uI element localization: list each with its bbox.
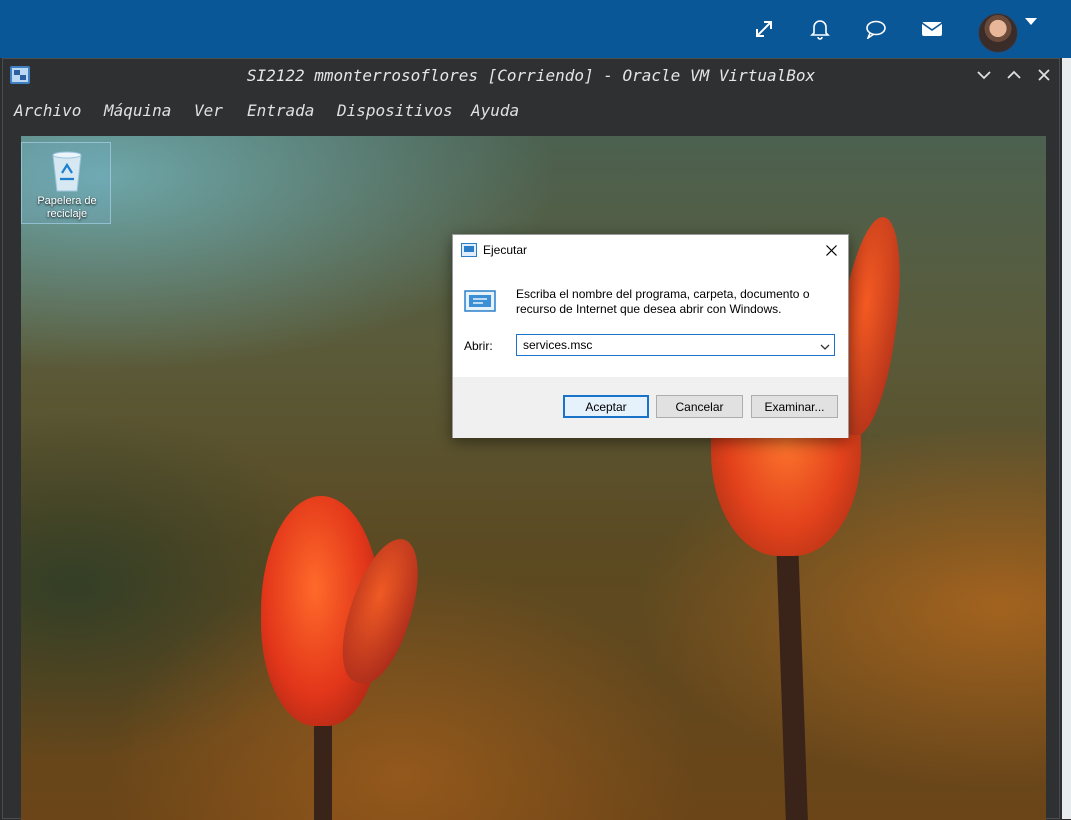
dialog-title: Ejecutar: [483, 243, 528, 257]
close-icon[interactable]: [820, 239, 842, 261]
expand-icon[interactable]: [751, 16, 777, 42]
avatar[interactable]: [978, 13, 1018, 53]
menu-ver[interactable]: Ver: [194, 101, 223, 120]
menu-bar: Archivo Máquina Ver Entrada Dispositivos…: [3, 95, 1059, 125]
menu-archivo[interactable]: Archivo: [14, 101, 81, 120]
menu-entrada[interactable]: Entrada: [247, 101, 314, 120]
host-top-bar: [0, 0, 1071, 58]
window-title: SI2122 mmonterrosoflores [Corriendo] - O…: [246, 65, 816, 85]
maximize-icon[interactable]: [1003, 65, 1025, 85]
recycle-bin-shortcut[interactable]: Papelera de reciclaje: [21, 142, 111, 224]
chevron-down-icon[interactable]: [820, 340, 830, 354]
browse-button[interactable]: Examinar...: [751, 395, 838, 418]
open-label: Abrir:: [464, 339, 493, 353]
vm-display[interactable]: Papelera de reciclaje Ejecutar Escriba e…: [21, 136, 1046, 820]
minimize-icon[interactable]: [973, 65, 995, 85]
open-combobox[interactable]: services.msc: [516, 334, 835, 356]
close-icon[interactable]: [1033, 65, 1055, 85]
bell-icon[interactable]: [807, 16, 833, 42]
dialog-description: Escriba el nombre del programa, carpeta,…: [516, 287, 810, 316]
menu-maquina[interactable]: Máquina: [104, 101, 171, 120]
host-scroll-area: [1062, 58, 1071, 819]
recycle-bin-label: Papelera de reciclaje: [37, 195, 97, 220]
menu-dispositivos[interactable]: Dispositivos: [337, 101, 453, 120]
run-dialog: Ejecutar Escriba el nombre del programa,…: [452, 234, 849, 438]
recycle-bin-icon: [50, 149, 84, 197]
run-program-icon: [464, 290, 496, 315]
mail-icon[interactable]: [919, 16, 945, 42]
chevron-down-icon[interactable]: [1025, 18, 1037, 25]
wallpaper-stem: [775, 535, 809, 820]
cancel-button[interactable]: Cancelar: [656, 395, 743, 418]
chat-icon[interactable]: [863, 16, 889, 42]
open-input-value[interactable]: services.msc: [523, 338, 592, 352]
run-icon: [461, 243, 477, 260]
ok-button[interactable]: Aceptar: [563, 395, 649, 418]
virtualbox-window: SI2122 mmonterrosoflores [Corriendo] - O…: [2, 58, 1060, 820]
menu-ayuda[interactable]: Ayuda: [471, 101, 519, 120]
dialog-footer: Aceptar Cancelar Examinar...: [453, 377, 848, 438]
